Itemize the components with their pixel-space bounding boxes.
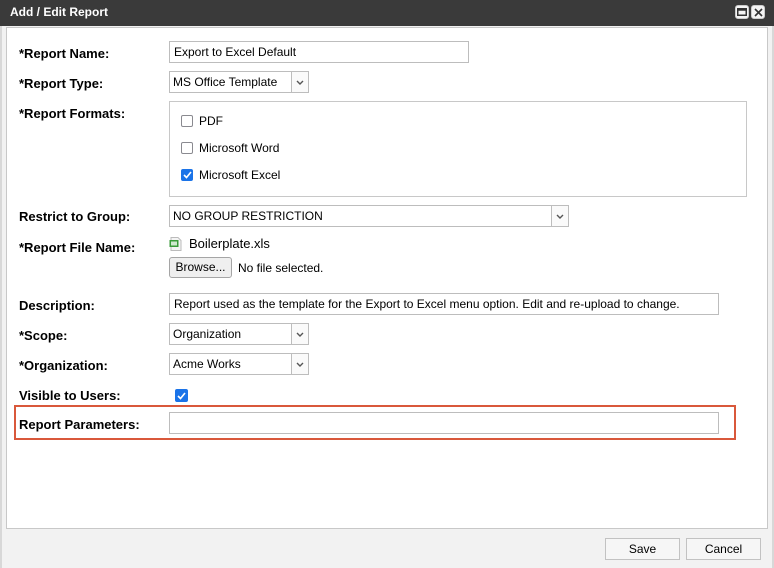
- description-label: Description:: [19, 298, 95, 313]
- restrict-group-select[interactable]: NO GROUP RESTRICTION: [169, 205, 569, 227]
- scope-select[interactable]: Organization: [169, 323, 309, 345]
- close-icon: [753, 7, 763, 17]
- report-parameters-input[interactable]: [169, 412, 719, 434]
- report-formats-label: *Report Formats:: [19, 106, 126, 121]
- word-checkbox[interactable]: [181, 142, 193, 154]
- organization-select[interactable]: Acme Works: [169, 353, 309, 375]
- visible-to-users-checkbox[interactable]: [175, 389, 188, 402]
- report-file-label: *Report File Name:: [19, 240, 136, 255]
- visible-to-users-label: Visible to Users:: [19, 388, 121, 403]
- report-parameters-label: Report Parameters:: [19, 417, 140, 432]
- format-pdf[interactable]: PDF: [181, 114, 223, 128]
- excel-label: Microsoft Excel: [199, 168, 281, 182]
- restrict-group-label: Restrict to Group:: [19, 209, 131, 224]
- scope-label: *Scope:: [19, 328, 68, 343]
- organization-value: Acme Works: [173, 357, 241, 371]
- close-button[interactable]: [751, 5, 765, 19]
- maximize-button[interactable]: [735, 5, 749, 19]
- checkmark-icon: [177, 391, 186, 400]
- report-type-value: MS Office Template: [173, 75, 278, 89]
- chevron-down-icon: [291, 354, 308, 374]
- description-input[interactable]: Report used as the template for the Expo…: [169, 293, 719, 315]
- excel-checkbox[interactable]: [181, 169, 193, 181]
- report-type-label: *Report Type:: [19, 76, 104, 91]
- chevron-down-icon: [291, 324, 308, 344]
- maximize-icon: [737, 8, 747, 16]
- report-formats-group: PDF Microsoft Word Microsoft Excel: [169, 101, 747, 197]
- pdf-checkbox[interactable]: [181, 115, 193, 127]
- format-excel[interactable]: Microsoft Excel: [181, 168, 280, 182]
- report-name-input[interactable]: Export to Excel Default: [169, 41, 469, 63]
- report-name-label: *Report Name:: [19, 46, 110, 61]
- checkmark-icon: [182, 171, 192, 179]
- browse-button[interactable]: Browse...: [169, 257, 232, 278]
- restrict-group-value: NO GROUP RESTRICTION: [173, 209, 323, 223]
- format-word[interactable]: Microsoft Word: [181, 141, 279, 155]
- dialog-title: Add / Edit Report: [10, 5, 108, 19]
- current-file: Boilerplate.xls: [169, 236, 270, 251]
- file-status: No file selected.: [238, 261, 324, 275]
- pdf-label: PDF: [199, 114, 223, 128]
- word-label: Microsoft Word: [199, 141, 280, 155]
- report-type-select[interactable]: MS Office Template: [169, 71, 309, 93]
- chevron-down-icon: [291, 72, 308, 92]
- chevron-down-icon: [551, 206, 568, 226]
- excel-file-icon: [169, 236, 182, 251]
- scope-value: Organization: [173, 327, 242, 341]
- cancel-button[interactable]: Cancel: [686, 538, 761, 560]
- organization-label: *Organization:: [19, 358, 108, 373]
- save-button[interactable]: Save: [605, 538, 680, 560]
- file-name: Boilerplate.xls: [189, 236, 270, 251]
- dialog-titlebar: Add / Edit Report: [0, 0, 774, 26]
